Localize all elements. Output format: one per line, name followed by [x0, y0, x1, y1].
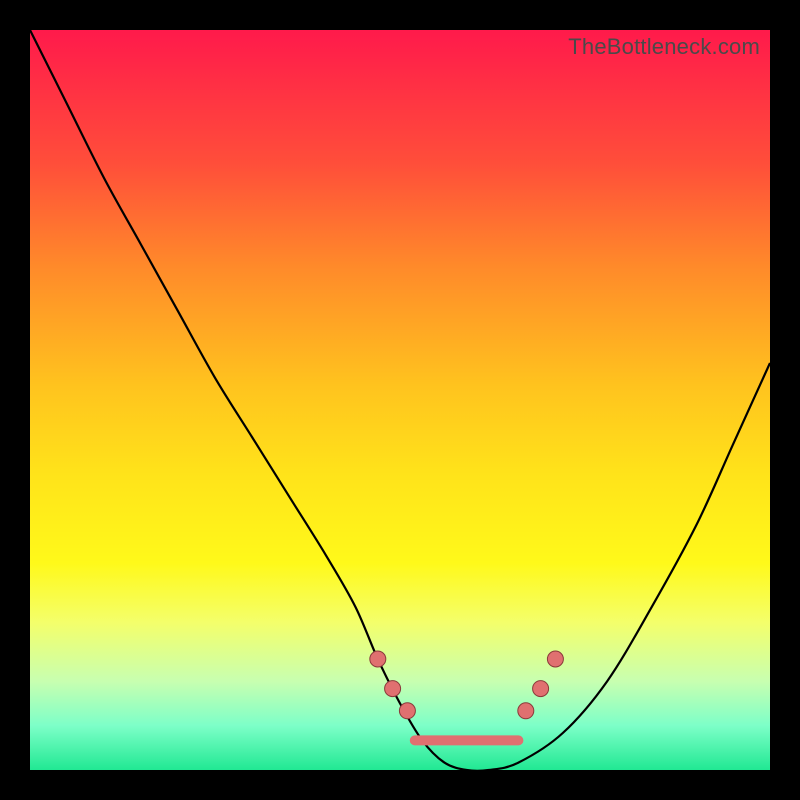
curve-marker: [370, 651, 386, 667]
curve-marker: [385, 681, 401, 697]
plot-area: TheBottleneck.com: [30, 30, 770, 770]
curve-marker: [533, 681, 549, 697]
marker-group: [370, 651, 564, 719]
bottleneck-curve: [30, 30, 770, 770]
curve-marker: [399, 703, 415, 719]
curve-path: [30, 30, 770, 770]
outer-frame: TheBottleneck.com: [0, 0, 800, 800]
curve-marker: [518, 703, 534, 719]
curve-marker: [547, 651, 563, 667]
